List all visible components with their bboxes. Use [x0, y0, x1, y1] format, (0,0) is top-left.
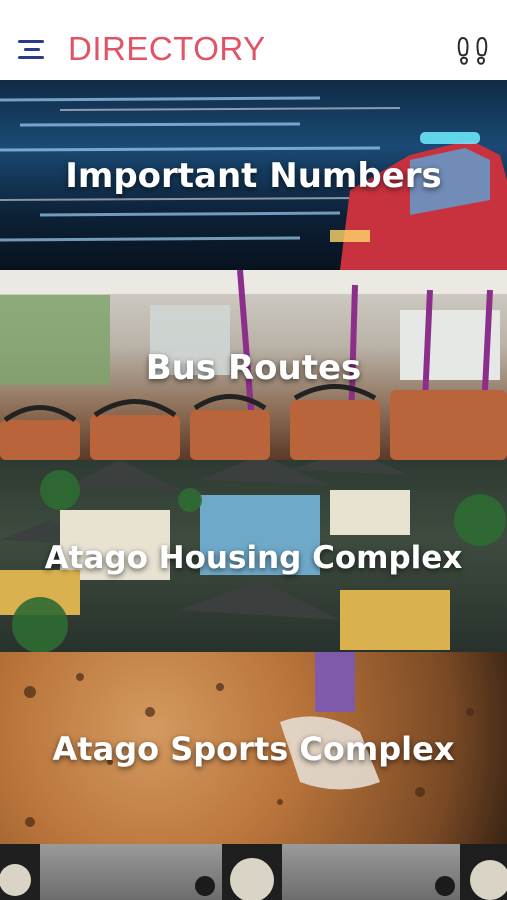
page-title: DIRECTORY [68, 30, 266, 67]
hamburger-menu-icon[interactable] [18, 40, 48, 64]
footsteps-icon[interactable] [455, 34, 491, 70]
tile-important-numbers[interactable]: Important Numbers [0, 80, 507, 270]
tile-bus-routes[interactable]: Bus Routes [0, 270, 507, 460]
tile-atago-sports-complex[interactable]: Atago Sports Complex [0, 652, 507, 844]
tile-telephones[interactable] [0, 844, 507, 900]
tile-label: Important Numbers [65, 156, 442, 196]
tile-label: Atago Sports Complex [52, 730, 455, 768]
tile-label: Bus Routes [145, 348, 362, 388]
top-bar: DIRECTORY [0, 0, 507, 80]
telephones-image [0, 844, 507, 900]
tile-label: Atago Housing Complex [44, 540, 463, 576]
directory-list: Important Numbers Bus Routes Atago Housi… [0, 80, 507, 900]
app-screen: DIRECTORY Important Numbers Bus Routes A… [0, 0, 507, 900]
tile-atago-housing-complex[interactable]: Atago Housing Complex [0, 460, 507, 652]
